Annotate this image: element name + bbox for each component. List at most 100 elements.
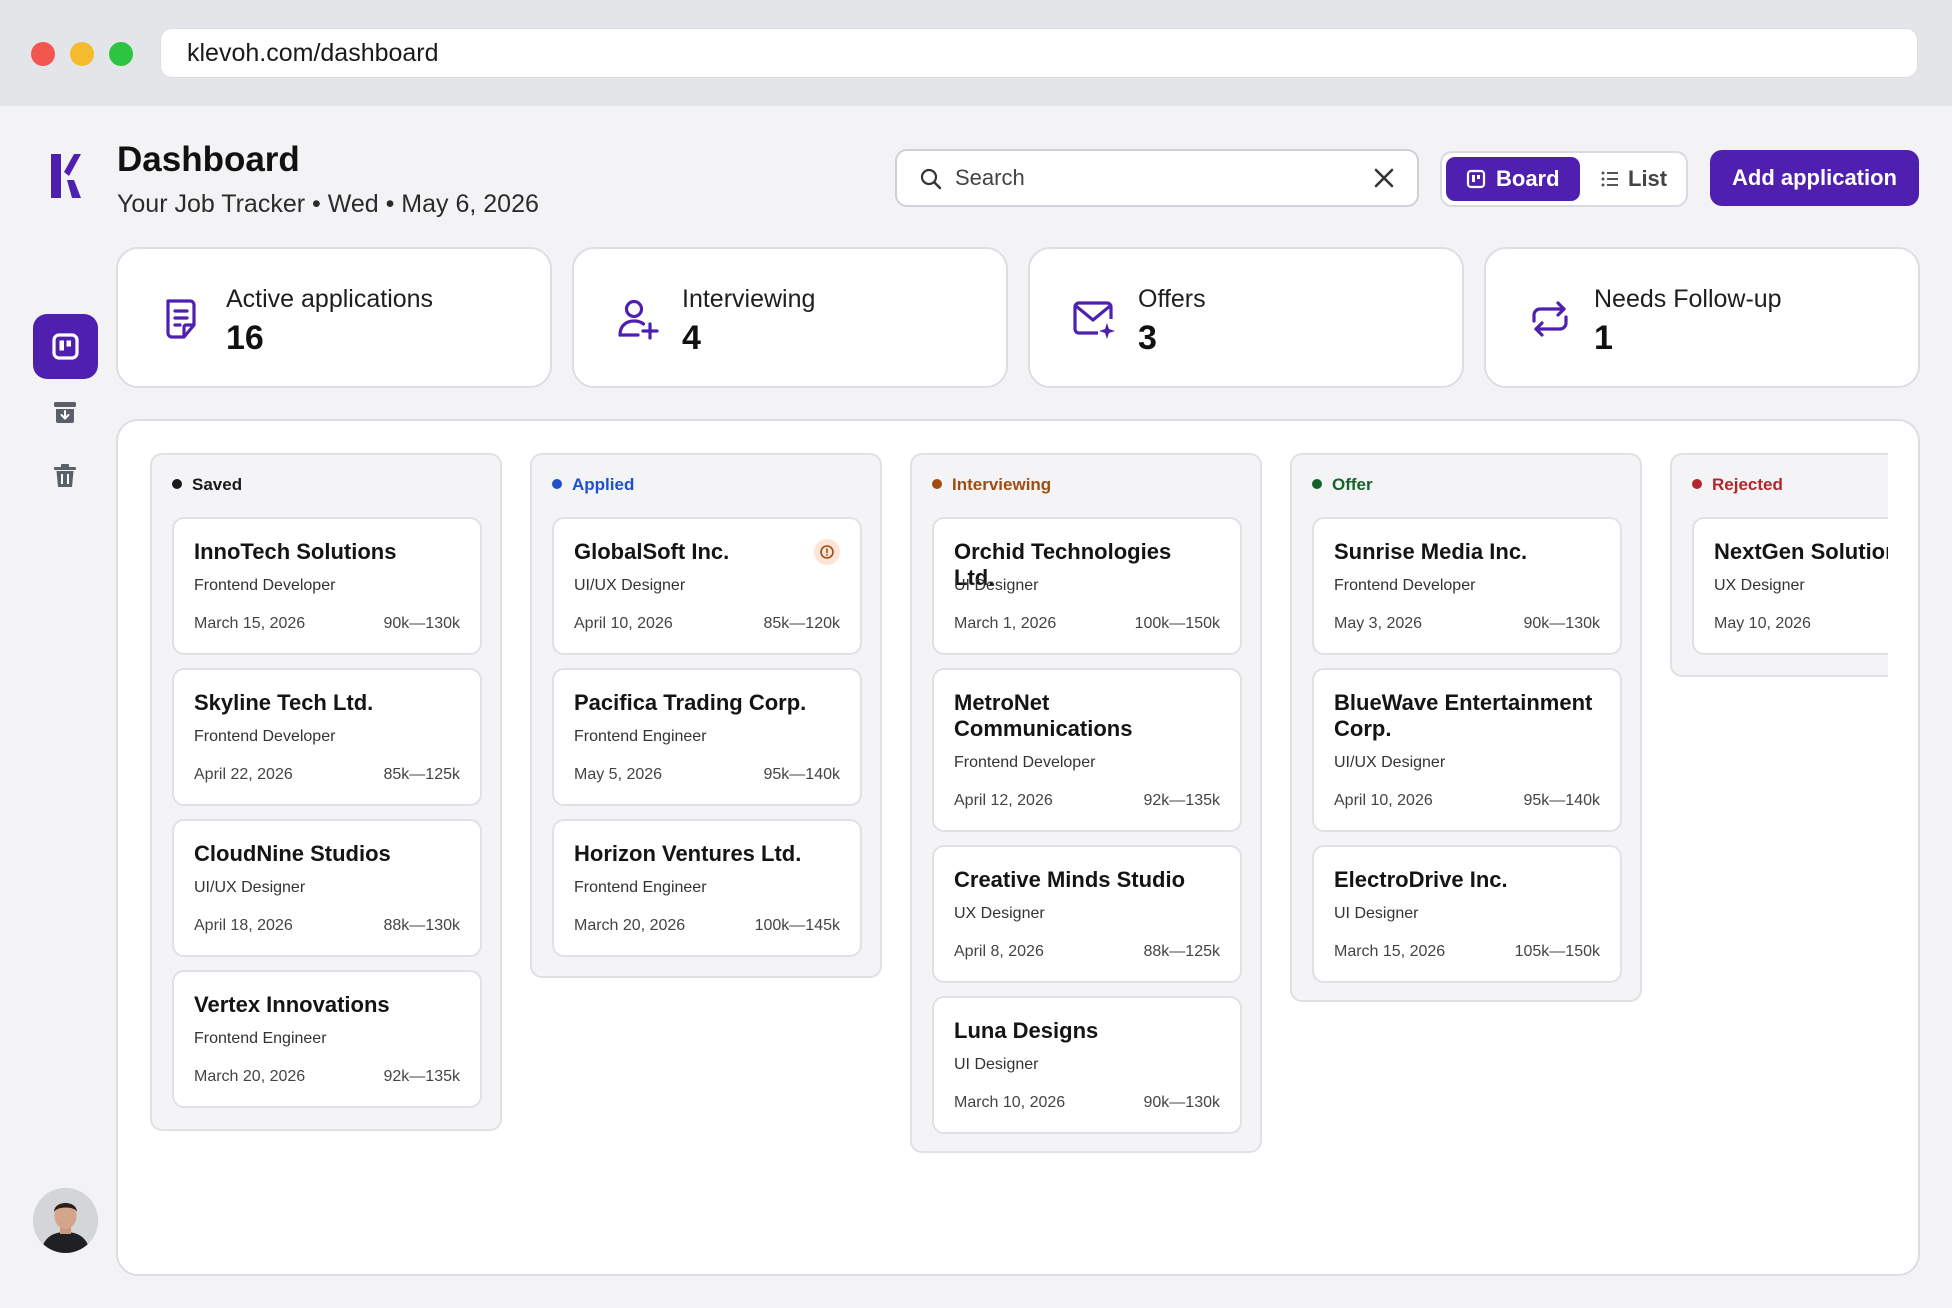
application-card[interactable]: GlobalSoft Inc. UI/UX Designer April 10,…	[552, 517, 862, 655]
application-card[interactable]: Pacifica Trading Corp. Frontend Engineer…	[552, 668, 862, 806]
document-icon	[166, 299, 196, 339]
column-offer: Offer Sunrise Media Inc. Frontend Develo…	[1290, 453, 1642, 1002]
maximize-window-button[interactable]	[109, 42, 133, 66]
page-title: Dashboard	[117, 140, 300, 179]
card-role: Frontend Engineer	[574, 728, 707, 745]
card-date: March 10, 2026	[954, 1094, 1066, 1111]
card-salary: 100k—150k	[1134, 615, 1220, 632]
board-view-button[interactable]: Board	[1446, 157, 1580, 201]
card-date: May 5, 2026	[574, 766, 663, 783]
stat-label: Interviewing	[682, 285, 816, 313]
card-role: Frontend Developer	[954, 754, 1096, 771]
column-applied: Applied GlobalSoft Inc. UI/UX Designer A…	[530, 453, 882, 978]
column-title: Interviewing	[952, 475, 1052, 494]
card-date: April 12, 2026	[954, 792, 1053, 809]
card-role: UI Designer	[954, 1056, 1039, 1073]
stat-value: 1	[1594, 319, 1613, 357]
card-date: April 18, 2026	[194, 917, 293, 934]
card-role: UI Designer	[1334, 905, 1419, 922]
card-company: Sunrise Media Inc.	[1334, 539, 1528, 564]
search-icon	[920, 168, 942, 190]
stat-label: Needs Follow-up	[1594, 285, 1782, 313]
list-view-button[interactable]: List	[1590, 157, 1680, 201]
application-card[interactable]: Sunrise Media Inc. Frontend Developer Ma…	[1312, 517, 1622, 655]
stat-offers: Offers 3	[1028, 247, 1464, 388]
application-card[interactable]: ElectroDrive Inc. UI Designer March 15, …	[1312, 845, 1622, 983]
column-header: Offer	[1312, 475, 1373, 495]
card-role: Frontend Engineer	[574, 879, 707, 896]
card-role: Frontend Developer	[194, 728, 336, 745]
application-card[interactable]: InnoTech Solutions Frontend Developer Ma…	[172, 517, 482, 655]
stat-label: Offers	[1138, 285, 1206, 313]
card-company: Horizon Ventures Ltd.	[574, 841, 802, 866]
alert-circle-icon	[820, 545, 834, 559]
card-company: NextGen Solutions	[1714, 539, 1888, 564]
avatar-image	[33, 1188, 98, 1253]
card-salary: 90k—130k	[383, 615, 461, 632]
card-company: InnoTech Solutions	[194, 539, 397, 564]
status-dot	[552, 479, 562, 489]
card-company: Skyline Tech Ltd.	[194, 690, 374, 715]
application-card[interactable]: Creative Minds Studio UX Designer April …	[932, 845, 1242, 983]
application-card[interactable]: Vertex Innovations Frontend Engineer Mar…	[172, 970, 482, 1108]
search-input[interactable]: Search	[895, 149, 1419, 207]
view-toggle: Board List	[1440, 151, 1688, 207]
card-date: March 15, 2026	[1334, 943, 1446, 960]
application-card[interactable]: NextGen Solutions UX Designer May 10, 20…	[1692, 517, 1888, 655]
status-dot	[172, 479, 182, 489]
card-salary: 105k—150k	[1514, 943, 1600, 960]
card-company: CloudNine Studios	[194, 841, 391, 866]
column-saved: Saved InnoTech Solutions Frontend Develo…	[150, 453, 502, 1131]
trash-icon[interactable]	[51, 462, 79, 490]
card-role: UI Designer	[954, 577, 1039, 594]
application-card[interactable]: Orchid Technologies Ltd. UI Designer Mar…	[932, 517, 1242, 655]
card-date: March 15, 2026	[194, 615, 306, 632]
application-card[interactable]: Luna Designs UI Designer March 10, 2026 …	[932, 996, 1242, 1134]
column-rejected: Rejected NextGen Solutions UX Designer M…	[1670, 453, 1888, 677]
stat-value: 3	[1138, 319, 1157, 357]
card-date: April 10, 2026	[1334, 792, 1433, 809]
sidebar-item-board[interactable]	[33, 314, 98, 379]
card-role: UX Designer	[954, 905, 1045, 922]
add-application-button[interactable]: Add application	[1710, 150, 1919, 206]
stat-label: Active applications	[226, 285, 434, 313]
card-role: UI/UX Designer	[1334, 754, 1446, 771]
mail-sparkle-icon	[1073, 301, 1115, 339]
address-bar[interactable]: klevoh.com/dashboard	[160, 28, 1918, 78]
column-header: Interviewing	[932, 475, 1051, 495]
card-role: UI/UX Designer	[574, 577, 686, 594]
card-role: UX Designer	[1714, 577, 1805, 594]
application-card[interactable]: CloudNine Studios UI/UX Designer April 1…	[172, 819, 482, 957]
klevoh-logo-icon	[51, 154, 81, 198]
application-card[interactable]: Horizon Ventures Ltd. Frontend Engineer …	[552, 819, 862, 957]
column-header: Applied	[552, 475, 634, 495]
column-title: Offer	[1332, 475, 1373, 494]
user-add-icon	[618, 299, 659, 340]
page-subtitle: Your Job Tracker • Wed • May 6, 2026	[117, 190, 539, 218]
card-role: Frontend Engineer	[194, 1030, 327, 1047]
card-salary: 100k—145k	[754, 917, 840, 934]
column-title: Rejected	[1712, 475, 1783, 494]
card-salary: 92k—135k	[1143, 792, 1221, 809]
card-date: March 1, 2026	[954, 615, 1057, 632]
board-icon	[1466, 169, 1486, 189]
application-card[interactable]: Skyline Tech Ltd. Frontend Developer Apr…	[172, 668, 482, 806]
clear-search-icon[interactable]	[1373, 167, 1395, 189]
card-salary: 95k—140k	[763, 766, 841, 783]
card-date: March 20, 2026	[194, 1068, 306, 1085]
card-company: Luna Designs	[954, 1018, 1099, 1043]
application-card[interactable]: BlueWave Entertainment Corp. UI/UX Desig…	[1312, 668, 1622, 832]
stat-value: 16	[226, 319, 264, 357]
card-salary: 85k—125k	[383, 766, 461, 783]
card-date: April 10, 2026	[574, 615, 673, 632]
archive-icon[interactable]	[51, 398, 79, 426]
board-icon	[52, 333, 79, 360]
close-window-button[interactable]	[31, 42, 55, 66]
application-card[interactable]: MetroNet Communications Frontend Develop…	[932, 668, 1242, 832]
card-role: Frontend Developer	[1334, 577, 1476, 594]
minimize-window-button[interactable]	[70, 42, 94, 66]
card-date: May 10, 2026	[1714, 615, 1811, 632]
user-avatar[interactable]	[33, 1188, 98, 1253]
alert-icon	[814, 539, 840, 565]
column-title: Applied	[572, 475, 635, 494]
